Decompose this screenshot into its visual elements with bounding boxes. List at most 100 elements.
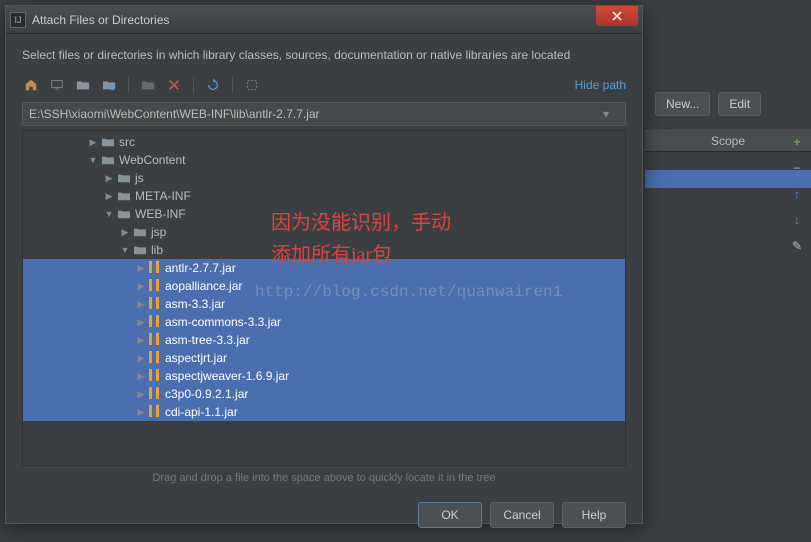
jar-file-icon — [149, 333, 161, 347]
new-folder-icon[interactable] — [139, 76, 157, 94]
file-tree[interactable]: src WebContent js META-INF WEB-INF jsp libantl… — [22, 130, 626, 466]
help-button[interactable]: Help — [562, 502, 626, 528]
move-down-icon[interactable]: ↓ — [789, 212, 805, 228]
show-hidden-icon[interactable] — [243, 76, 261, 94]
jar-file-icon — [149, 297, 161, 311]
path-field[interactable]: ▾ — [22, 102, 626, 126]
tree-folder-item[interactable]: META-INF — [23, 187, 625, 205]
expand-arrow-icon[interactable] — [103, 191, 115, 202]
cancel-button[interactable]: Cancel — [490, 502, 554, 528]
expand-arrow-icon[interactable] — [103, 209, 115, 219]
jar-file-icon — [149, 405, 161, 419]
ok-button[interactable]: OK — [418, 502, 482, 528]
delete-icon[interactable] — [165, 76, 183, 94]
expand-arrow-icon[interactable] — [135, 371, 147, 382]
tree-jar-item[interactable]: antlr-2.7.7.jar — [23, 259, 625, 277]
expand-arrow-icon[interactable] — [135, 263, 147, 274]
folder-icon — [101, 154, 115, 166]
folder-icon — [101, 136, 115, 148]
expand-arrow-icon[interactable] — [135, 407, 147, 418]
tree-jar-item[interactable]: asm-commons-3.3.jar — [23, 313, 625, 331]
tree-folder-item[interactable]: WebContent — [23, 151, 625, 169]
tree-jar-item[interactable]: c3p0-0.9.2.1.jar — [23, 385, 625, 403]
tree-node-label: js — [135, 171, 144, 185]
tree-jar-item[interactable]: asm-3.3.jar — [23, 295, 625, 313]
tree-jar-item[interactable]: cdi-api-1.1.jar — [23, 403, 625, 421]
history-dropdown-icon[interactable]: ▾ — [603, 107, 619, 121]
folder-icon — [133, 244, 147, 256]
expand-arrow-icon[interactable] — [103, 173, 115, 184]
tree-jar-item[interactable]: aopalliance.jar — [23, 277, 625, 295]
tree-node-label: src — [119, 135, 135, 149]
tree-node-label: aopalliance.jar — [165, 279, 242, 293]
toolbar-separator — [193, 77, 194, 93]
expand-arrow-icon[interactable] — [87, 155, 99, 165]
expand-arrow-icon[interactable] — [135, 353, 147, 364]
folder-icon — [133, 226, 147, 238]
tree-folder-item[interactable]: src — [23, 133, 625, 151]
tree-jar-item[interactable]: aspectjrt.jar — [23, 349, 625, 367]
tree-node-label: asm-3.3.jar — [165, 297, 225, 311]
tree-node-label: asm-tree-3.3.jar — [165, 333, 250, 347]
tree-node-label: aspectjweaver-1.6.9.jar — [165, 369, 289, 383]
tree-jar-item[interactable]: aspectjweaver-1.6.9.jar — [23, 367, 625, 385]
expand-arrow-icon[interactable] — [135, 317, 147, 328]
folder-icon — [117, 208, 131, 220]
attach-files-dialog: IJ Attach Files or Directories Select fi… — [5, 5, 643, 524]
refresh-icon[interactable] — [204, 76, 222, 94]
tree-node-label: c3p0-0.9.2.1.jar — [165, 387, 248, 401]
toolbar: Hide path — [6, 72, 642, 102]
jar-file-icon — [149, 315, 161, 329]
toolbar-separator — [128, 77, 129, 93]
tree-node-label: lib — [151, 243, 163, 257]
tree-node-label: WEB-INF — [135, 207, 186, 221]
new-button[interactable]: New... — [655, 92, 710, 116]
expand-arrow-icon[interactable] — [135, 335, 147, 346]
expand-arrow-icon[interactable] — [135, 281, 147, 292]
expand-arrow-icon[interactable] — [87, 137, 99, 148]
path-input[interactable] — [29, 107, 603, 121]
project-folder-icon[interactable] — [74, 76, 92, 94]
tree-node-label: antlr-2.7.7.jar — [165, 261, 236, 275]
tree-node-label: cdi-api-1.1.jar — [165, 405, 238, 419]
drag-drop-hint: Drag and drop a file into the space abov… — [6, 466, 642, 494]
folder-icon — [117, 190, 131, 202]
jar-file-icon — [149, 279, 161, 293]
tree-jar-item[interactable]: asm-tree-3.3.jar — [23, 331, 625, 349]
dialog-buttons: OK Cancel Help — [6, 494, 642, 542]
close-icon — [612, 11, 622, 21]
edit-button[interactable]: Edit — [718, 92, 761, 116]
expand-arrow-icon[interactable] — [135, 299, 147, 310]
expand-arrow-icon[interactable] — [119, 245, 131, 255]
add-icon[interactable]: + — [789, 134, 805, 150]
remove-icon[interactable]: − — [789, 160, 805, 176]
titlebar: IJ Attach Files or Directories — [6, 6, 642, 34]
scope-column-header: Scope — [645, 130, 811, 152]
desktop-icon[interactable] — [48, 76, 66, 94]
tree-folder-item[interactable]: jsp — [23, 223, 625, 241]
tree-node-label: META-INF — [135, 189, 191, 203]
folder-icon — [117, 172, 131, 184]
tree-node-label: WebContent — [119, 153, 186, 167]
tree-node-label: aspectjrt.jar — [165, 351, 227, 365]
jar-file-icon — [149, 369, 161, 383]
tree-folder-item[interactable]: WEB-INF — [23, 205, 625, 223]
instruction-text: Select files or directories in which lib… — [6, 34, 642, 72]
tree-folder-item[interactable]: js — [23, 169, 625, 187]
expand-arrow-icon[interactable] — [135, 389, 147, 400]
home-icon[interactable] — [22, 76, 40, 94]
tree-node-label: asm-commons-3.3.jar — [165, 315, 281, 329]
tree-node-label: jsp — [151, 225, 166, 239]
jar-file-icon — [149, 387, 161, 401]
hide-path-link[interactable]: Hide path — [575, 78, 626, 92]
edit-pencil-icon[interactable]: ✎ — [789, 238, 805, 254]
move-up-icon[interactable]: ↑ — [789, 186, 805, 202]
module-folder-icon[interactable] — [100, 76, 118, 94]
close-button[interactable] — [596, 6, 638, 26]
background-selection-strip — [645, 170, 811, 188]
expand-arrow-icon[interactable] — [119, 227, 131, 238]
background-panel: New... Edit Scope + − ↑ ↓ ✎ — [645, 0, 811, 529]
tree-folder-item[interactable]: lib — [23, 241, 625, 259]
jar-file-icon — [149, 351, 161, 365]
jar-file-icon — [149, 261, 161, 275]
